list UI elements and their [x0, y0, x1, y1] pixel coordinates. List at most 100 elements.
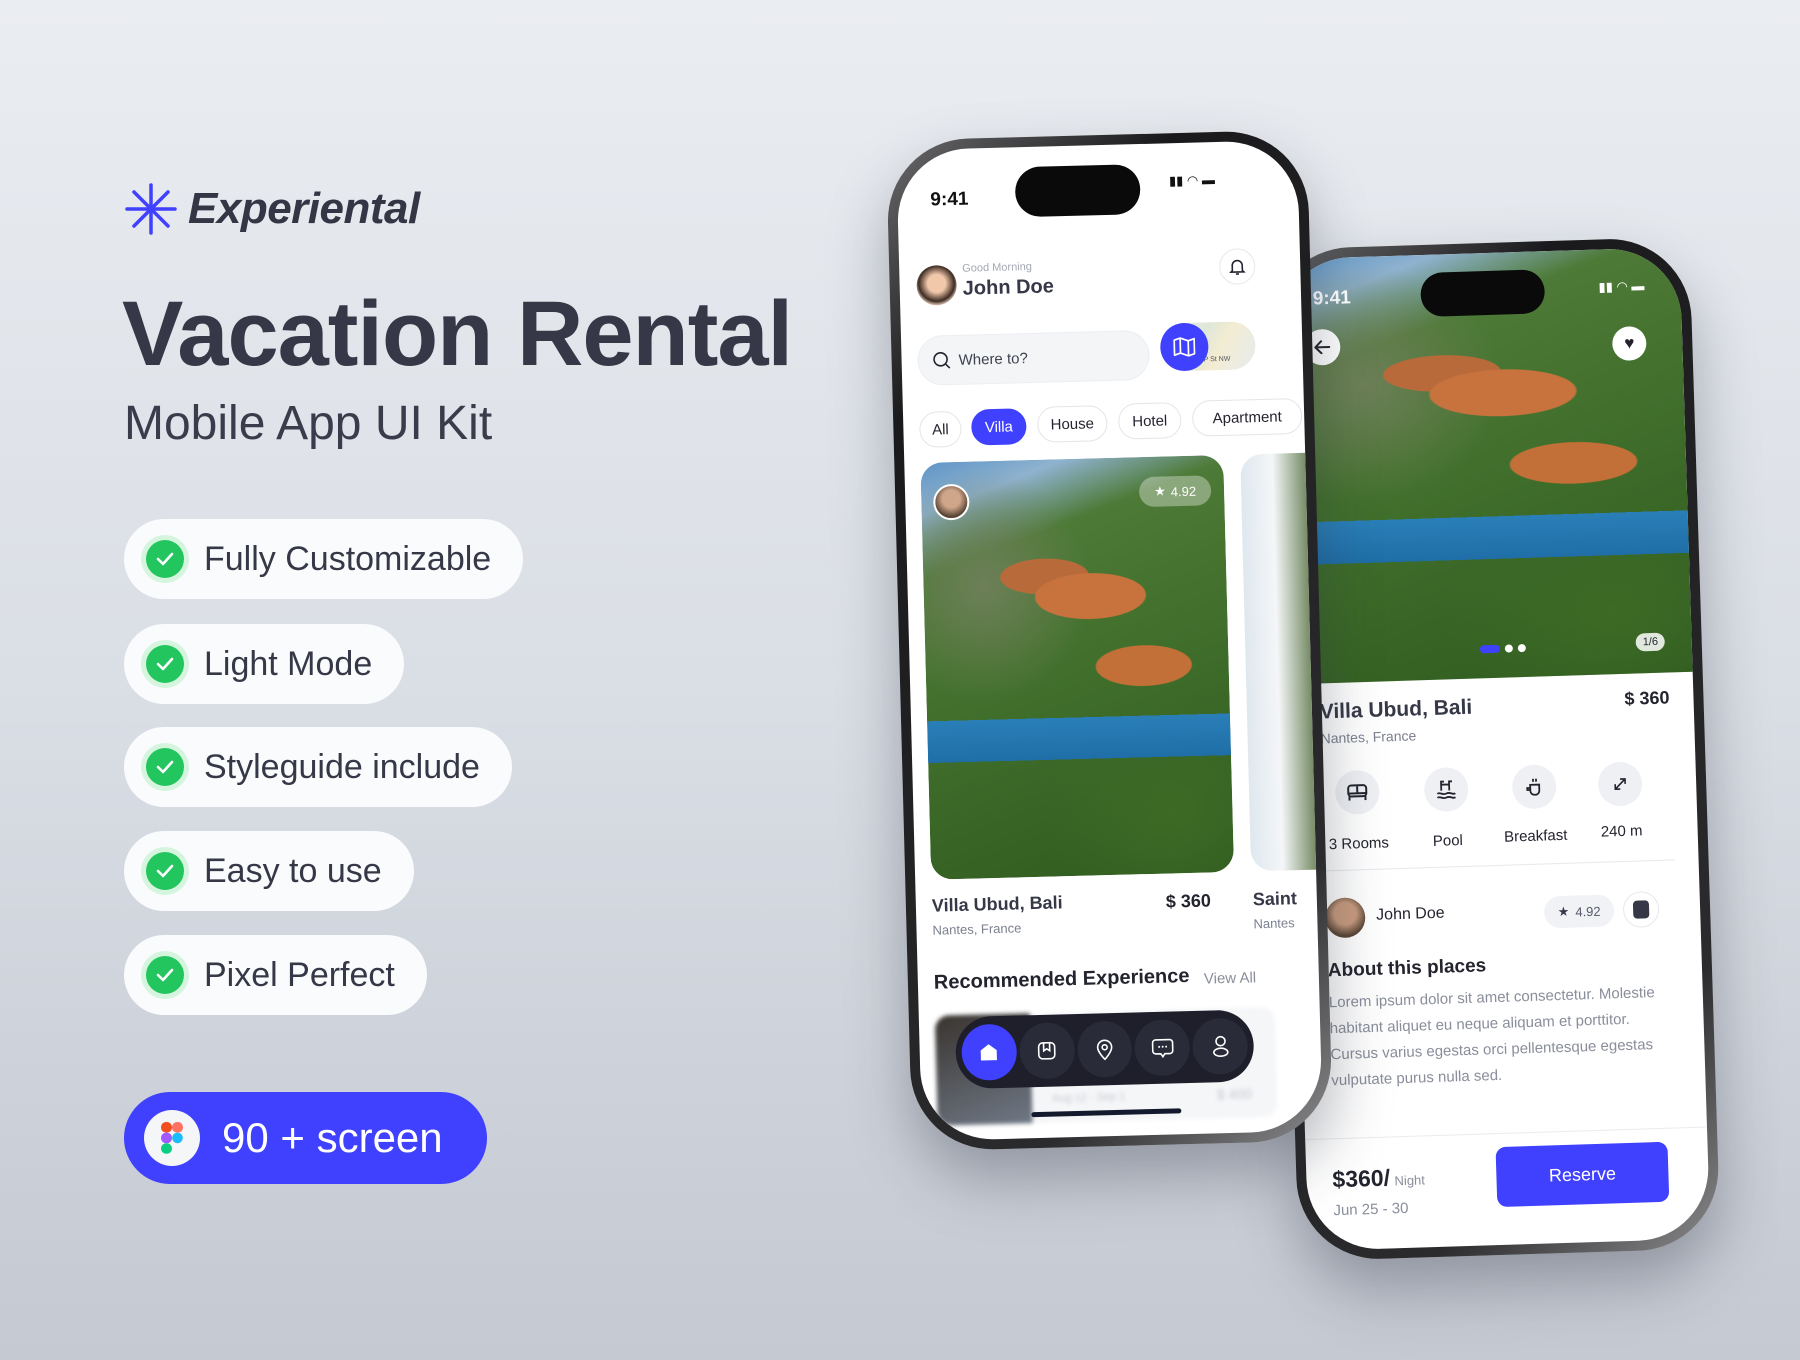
status-time: 9:41 [1312, 287, 1352, 310]
recommended-dates: Aug 12 - Sep 1 [1051, 1090, 1126, 1105]
status-icons: ▮▮ ◠ ▬ [1598, 278, 1645, 295]
card-location: Nantes [1253, 915, 1295, 932]
image-pagination-dots [1479, 643, 1526, 654]
rating-value: 4.92 [1170, 483, 1197, 499]
location-icon [1096, 1039, 1113, 1061]
map-icon [1173, 337, 1196, 357]
host-name: John Doe [1375, 904, 1445, 924]
amenity-label: 240 m [1600, 822, 1643, 841]
bell-icon [1229, 259, 1246, 275]
page-subtitle: Mobile App UI Kit [124, 397, 493, 450]
divider [1305, 1126, 1707, 1141]
chat-icon [1632, 900, 1650, 919]
card-location: Nantes, France [932, 920, 1022, 938]
feature-pill: Easy to use [124, 831, 414, 911]
about-title: About this places [1327, 955, 1487, 982]
rating-badge: ★ 4.92 [1138, 475, 1212, 508]
map-street-label: P St NW [1203, 355, 1231, 364]
nav-bookmarks-button[interactable] [1018, 1022, 1076, 1080]
chat-icon [1151, 1038, 1174, 1059]
home-screen: 9:41 ▮▮ ◠ ▬ Good Morning John Doe Where … [896, 139, 1323, 1142]
amenity-label: Breakfast [1503, 826, 1568, 846]
home-phone: 9:41 ▮▮ ◠ ▬ Good Morning John Doe Where … [885, 129, 1334, 1152]
screens-count-label: 90 + screen [222, 1114, 443, 1161]
category-chip-all[interactable]: All [918, 410, 962, 448]
dynamic-island [1014, 164, 1141, 218]
coffee-icon [1511, 764, 1557, 810]
status-time: 9:41 [930, 188, 969, 211]
feature-label: Pixel Perfect [204, 955, 395, 994]
detail-phone: 9:41 ▮▮ ◠ ▬ ♥ 1/6 Villa Ubud, Bali $ 360… [1267, 236, 1721, 1262]
category-chip-apartment[interactable]: Apartment [1191, 397, 1303, 437]
feature-label: Styleguide include [204, 747, 480, 786]
footer-price: $360/ Night [1332, 1163, 1425, 1193]
nav-profile-button[interactable] [1192, 1017, 1249, 1075]
nav-home-button[interactable] [961, 1023, 1018, 1081]
bed-icon [1334, 769, 1380, 815]
feature-label: Easy to use [204, 851, 382, 890]
reserve-button[interactable]: Reserve [1495, 1141, 1670, 1208]
property-price: $ 360 [1624, 687, 1670, 709]
property-location: Nantes, France [1320, 727, 1417, 747]
host-avatar [932, 483, 970, 521]
user-name: John Doe [962, 275, 1055, 300]
message-host-button[interactable] [1622, 890, 1660, 929]
recommended-price: $ 400 [1216, 1085, 1253, 1103]
sparkle-logo-icon [125, 183, 177, 235]
user-avatar[interactable] [916, 264, 958, 306]
bookmark-icon [1038, 1041, 1056, 1060]
arrow-left-icon [1314, 340, 1331, 355]
nav-location-button[interactable] [1076, 1020, 1133, 1078]
check-icon [146, 748, 184, 786]
feature-pill: Fully Customizable [124, 519, 524, 599]
view-all-link[interactable]: View All [1204, 969, 1257, 987]
check-icon [146, 645, 184, 683]
nav-messages-button[interactable] [1134, 1019, 1191, 1077]
image-counter: 1/6 [1635, 632, 1666, 652]
category-chip-hotel[interactable]: Hotel [1117, 402, 1182, 440]
property-name: Villa Ubud, Bali [1319, 695, 1473, 724]
category-chip-house[interactable]: House [1036, 404, 1108, 443]
detail-screen: 9:41 ▮▮ ◠ ▬ ♥ 1/6 Villa Ubud, Bali $ 360… [1277, 246, 1711, 1252]
heart-icon: ♥ [1623, 333, 1635, 353]
feature-pill: Light Mode [124, 624, 405, 704]
card-price: $ 360 [1165, 890, 1212, 912]
property-card-photo[interactable] [1240, 452, 1323, 872]
rating-value: 4.92 [1575, 903, 1601, 920]
feature-pill: Pixel Perfect [124, 935, 427, 1015]
divider [1324, 859, 1675, 872]
star-icon: ★ [1153, 483, 1166, 499]
star-icon: ★ [1557, 903, 1570, 920]
amenity-label: 3 Rooms [1328, 834, 1390, 854]
host-avatar [1324, 897, 1366, 939]
category-chip-villa[interactable]: Villa [970, 408, 1027, 446]
status-icons: ▮▮ ◠ ▬ [1168, 172, 1216, 189]
host-rating: ★ 4.92 [1543, 894, 1615, 929]
home-icon [981, 1044, 998, 1061]
footer-dates: Jun 25 - 30 [1333, 1199, 1409, 1220]
figma-icon [144, 1110, 200, 1166]
search-icon [933, 352, 951, 369]
feature-pill: Styleguide include [124, 727, 512, 807]
pool-icon [1423, 766, 1469, 813]
check-icon [146, 956, 184, 994]
price-unit: Night [1394, 1172, 1426, 1189]
dynamic-island [1420, 269, 1546, 318]
notifications-button[interactable] [1218, 248, 1256, 285]
page-title: Vacation Rental [122, 283, 793, 385]
check-icon [146, 540, 184, 578]
property-card-photo[interactable]: ★ 4.92 [920, 454, 1235, 880]
feature-label: Light Mode [204, 644, 373, 683]
check-icon [146, 852, 184, 890]
brand-name: Experiental [188, 184, 420, 233]
profile-icon [1212, 1035, 1229, 1058]
feature-label: Fully Customizable [204, 539, 492, 578]
search-placeholder: Where to? [958, 349, 1029, 369]
search-input[interactable]: Where to? [916, 329, 1151, 386]
screens-count-button[interactable]: 90 + screen [124, 1092, 487, 1184]
brand-logo: Experiental [124, 182, 420, 236]
bottom-nav [954, 1009, 1255, 1090]
expand-icon [1597, 761, 1643, 807]
greeting: Good Morning [962, 260, 1033, 275]
card-name: Villa Ubud, Bali [931, 892, 1063, 916]
